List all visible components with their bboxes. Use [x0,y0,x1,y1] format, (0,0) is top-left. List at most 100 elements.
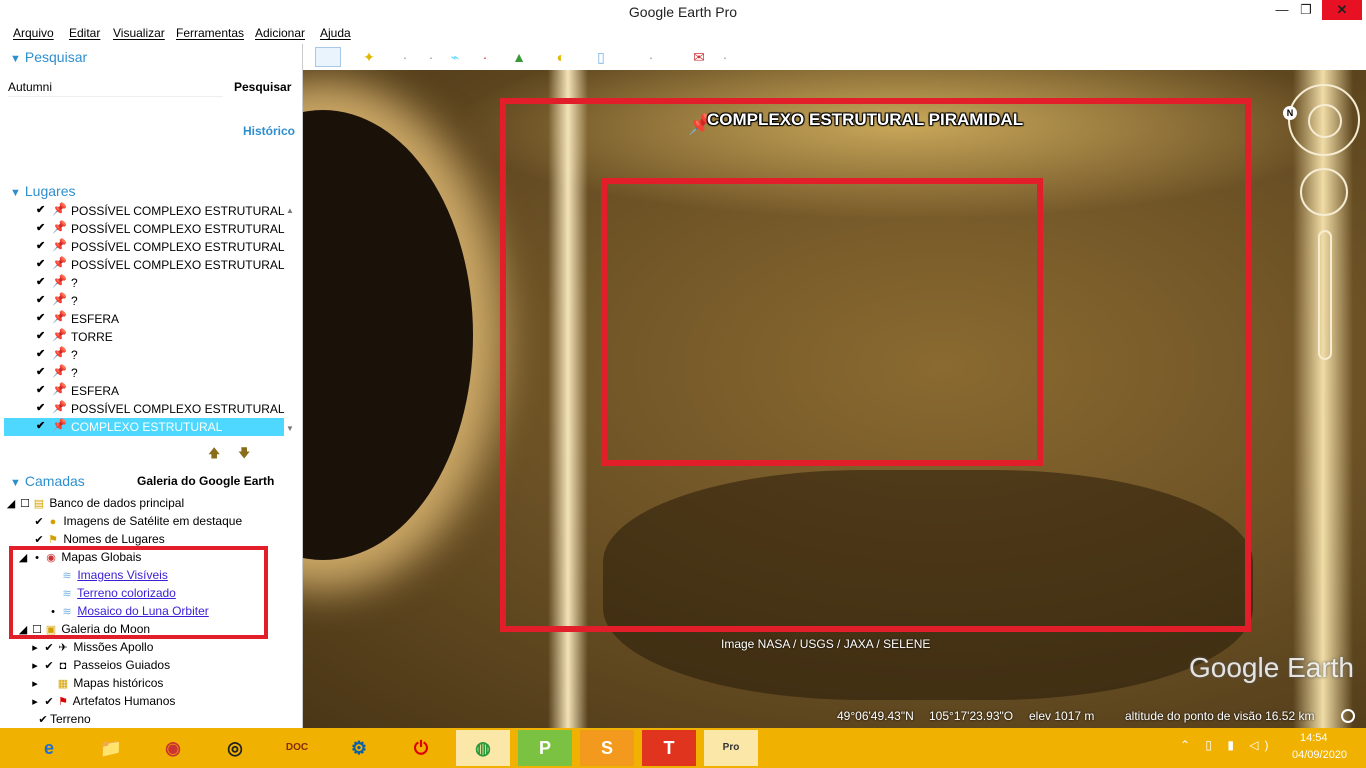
checkbox-icon[interactable]: ✔ [36,257,45,270]
compass-control[interactable] [1288,84,1360,156]
layer-item[interactable]: ✔ ● Imagens de Satélite em destaque [32,514,242,532]
history-link[interactable]: Histórico [243,124,295,138]
checkbox-icon[interactable]: ✔ [32,533,46,546]
menu-view[interactable]: Visualizar [113,26,165,40]
internet-explorer-icon[interactable]: e [22,730,76,766]
historical-imagery-icon[interactable]: ▲ [509,47,529,67]
place-item-selected[interactable]: ✔ 📌 COMPLEXO ESTRUTURAL PIRAMIDAL [4,418,284,448]
map-view[interactable]: 📌 COMPLEXO ESTRUTURAL PIRAMIDAL Image NA… [303,70,1366,728]
checkbox-icon[interactable]: ✔ [36,383,45,396]
chrome-icon[interactable]: ◍ [456,730,510,766]
planets-icon[interactable]: ▯ [591,47,611,67]
add-placemark-icon[interactable]: ✦ [359,47,379,67]
clock-date[interactable]: 04/09/2020 [1292,749,1347,761]
add-path-icon[interactable]: · [421,47,441,67]
place-item[interactable]: ✔ 📌? [0,292,285,310]
spreadsheet-app-icon[interactable]: S [580,730,634,766]
menu-add[interactable]: Adicionar [255,26,305,40]
checkbox-icon[interactable]: ✔ [36,221,45,234]
checkbox-icon[interactable]: ✔ [42,659,56,672]
checkbox-icon[interactable]: ✔ [42,641,56,654]
document-app-icon[interactable]: DOC [270,730,324,766]
zoom-slider[interactable] [1318,230,1332,360]
earth-gallery-button[interactable]: Galeria do Google Earth [137,474,274,488]
search-input[interactable] [8,77,223,97]
layer-item[interactable]: ◢ ☐ ▤ Banco de dados principal [4,496,184,514]
menu-tools[interactable]: Ferramentas [176,26,244,40]
checkbox-icon[interactable]: ☐ [18,497,32,510]
north-icon[interactable]: N [1283,106,1297,120]
expand-icon[interactable]: ▸ [28,677,42,690]
checkbox-icon[interactable]: ✔ [36,365,45,378]
checkbox-icon[interactable]: ✔ [36,239,45,252]
checkbox-icon[interactable]: ✔ [36,311,45,324]
placemark-label[interactable]: COMPLEXO ESTRUTURAL PIRAMIDAL [707,110,1023,130]
layers-panel-header[interactable]: ▼ Camadas [10,473,85,489]
hide-sidebar-icon[interactable] [315,47,341,67]
clock-time[interactable]: 14:54 [1300,732,1328,744]
place-item[interactable]: ✔ 📌 ESFERA [0,310,285,328]
menu-file[interactable]: Arquivo [13,26,54,40]
menu-edit[interactable]: Editar [69,26,100,40]
checkbox-icon[interactable]: ✔ [36,203,45,216]
look-joystick[interactable] [1308,104,1342,138]
move-joystick[interactable] [1300,168,1348,216]
move-up-icon[interactable]: 🡅 [208,444,220,465]
system-tray-icons[interactable]: ⌃ ▯ ▮ ◁) [1180,738,1275,752]
ruler-icon[interactable]: · [641,47,661,67]
search-panel-header[interactable]: ▼ Pesquisar [10,49,87,65]
place-item[interactable]: ✔ 📌 POSSÍVEL COMPLEXO ESTRUTURAL [0,202,285,220]
move-down-icon[interactable]: 🡇 [238,444,250,465]
checkbox-icon[interactable]: ✔ [36,329,45,342]
checkbox-icon[interactable]: ✔ [42,695,56,708]
checkbox-icon[interactable]: ✔ [36,419,45,432]
checkbox-icon[interactable]: ✔ [36,293,45,306]
checkbox-icon[interactable]: ✔ [36,713,50,726]
speaker-app-icon[interactable]: ◎ [208,730,262,766]
file-explorer-icon[interactable]: 📁 [84,730,138,766]
presentation-app-icon[interactable]: P [518,730,572,766]
maximize-button[interactable]: ❐ [1286,0,1326,20]
checkbox-icon[interactable]: ✔ [36,401,45,414]
place-item[interactable]: ✔ 📌 ESFERA [0,382,285,400]
scroll-down-icon[interactable]: ▼ [286,424,294,433]
place-item[interactable]: ✔ 📌 TORRE [0,328,285,346]
close-button[interactable]: ✕ [1322,0,1362,20]
email-icon[interactable]: ✉ [689,47,709,67]
place-item[interactable]: ✔ 📌? [0,274,285,292]
checkbox-icon[interactable]: ✔ [36,275,45,288]
media-app-icon[interactable]: ◉ [146,730,200,766]
expand-icon[interactable]: ◢ [4,497,18,510]
place-item[interactable]: ✔ 📌 POSSÍVEL COMPLEXO ESTRUTURAL [0,220,285,238]
layer-item[interactable]: ▸ ✔ ◘ Passeios Guiados [28,658,170,676]
place-item[interactable]: ✔ 📌 POSSÍVEL COMPLEXO ESTRUTURAL [0,238,285,256]
places-panel-header[interactable]: ▼ Lugares [10,183,75,199]
settings-app-icon[interactable]: ⚙ [332,730,386,766]
add-polygon-icon[interactable]: · [395,47,415,67]
checkbox-icon[interactable]: ✔ [32,515,46,528]
place-item[interactable]: ✔ 📌? [0,346,285,364]
menu-help[interactable]: Ajuda [320,26,351,40]
layers-header-label: Camadas [24,473,85,489]
expand-icon[interactable]: ▸ [28,659,42,672]
google-earth-pro-icon[interactable]: Pro [704,730,758,766]
pushpin-icon: 📌 [52,274,67,288]
expand-icon[interactable]: ▸ [28,641,42,654]
expand-icon[interactable]: ▸ [28,695,42,708]
checkbox-icon[interactable]: ✔ [36,347,45,360]
print-icon[interactable]: · [715,47,735,67]
layer-item[interactable]: ▸ ✔ ✈ Missões Apollo [28,640,153,658]
power-app-icon[interactable]: ⏻ [394,730,448,766]
place-item[interactable]: ✔ 📌? [0,364,285,382]
record-tour-icon[interactable]: · [475,47,495,67]
place-item[interactable]: ✔ 📌 POSSÍVEL COMPLEXO ESTRUTURAL [0,256,285,274]
place-item[interactable]: ✔ 📌 POSSÍVEL COMPLEXO ESTRUTURAL [0,400,285,418]
search-button[interactable]: Pesquisar [234,80,291,94]
writer-app-icon[interactable]: T [642,730,696,766]
sunlight-icon[interactable]: ◐ [551,47,571,67]
streaming-icon [1341,709,1355,723]
scroll-up-icon[interactable]: ▲ [286,206,294,215]
add-overlay-icon[interactable]: ⌁ [445,47,465,67]
layer-item[interactable]: ▸ ✔ ⚑ Artefatos Humanos [28,694,175,712]
layer-item[interactable]: ▸ ▦ Mapas históricos [28,676,163,694]
